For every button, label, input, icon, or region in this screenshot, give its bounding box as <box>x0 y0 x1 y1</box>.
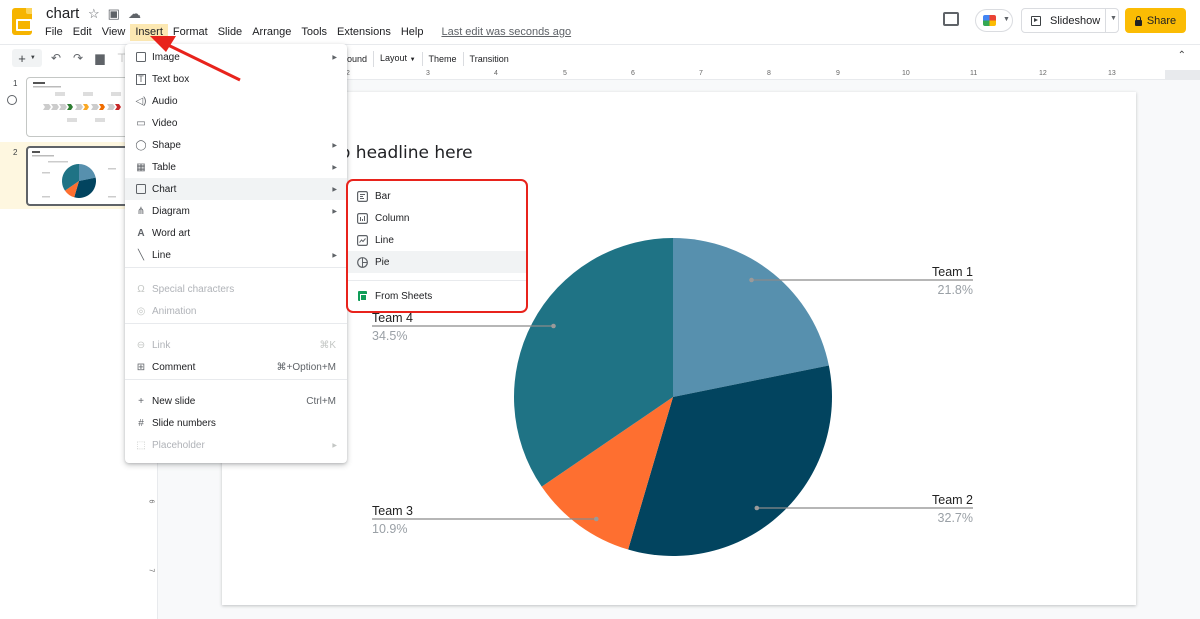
submenu-item-column[interactable]: Column <box>348 207 526 229</box>
chart-submenu: Bar Column Line Pie From Sheets <box>346 179 528 313</box>
menu-item-label: Comment <box>152 361 196 373</box>
slice-label-percent: 21.8% <box>938 283 973 297</box>
menu-item-label: Animation <box>152 305 197 317</box>
image-icon <box>135 51 147 63</box>
menu-item-video[interactable]: ▭ Video <box>125 112 347 134</box>
menu-item-label: Link <box>152 339 171 351</box>
word-art-icon: A <box>137 227 145 239</box>
menu-item-link: ⊖ Link ⌘K <box>125 334 347 356</box>
menu-item-comment[interactable]: ⊞ Comment ⌘+Option+M <box>125 356 347 378</box>
pie-chart-icon <box>357 256 368 268</box>
menu-item-label: Line <box>152 249 171 261</box>
submenu-label: Column <box>375 212 410 224</box>
menu-item-label: Word art <box>152 227 191 239</box>
menu-item-label: Chart <box>152 183 177 195</box>
slice-label-name: Team 1 <box>932 265 973 279</box>
shape-icon: ◯ <box>135 139 147 151</box>
video-icon: ▭ <box>136 117 146 129</box>
menu-item-audio[interactable]: ◁) Audio <box>125 90 347 112</box>
text-box-icon: T <box>136 73 146 85</box>
menu-item-line[interactable]: ╲ Line ▶ <box>125 244 347 266</box>
menu-divider <box>125 267 347 268</box>
menu-item-label: Placeholder <box>152 439 205 451</box>
plus-icon: + <box>138 395 144 407</box>
slice-label-percent: 34.5% <box>372 329 407 343</box>
menu-item-word-art[interactable]: A Word art <box>125 222 347 244</box>
menu-item-shape[interactable]: ◯ Shape ▶ <box>125 134 347 156</box>
animation-icon: ◎ <box>136 305 146 317</box>
menu-item-label: Image <box>152 51 180 63</box>
slice-label-name: Team 3 <box>372 504 413 518</box>
menu-item-label: Audio <box>152 95 178 107</box>
shortcut-label: Ctrl+M <box>306 395 336 407</box>
menu-item-text-box[interactable]: T Text box <box>125 68 347 90</box>
submenu-item-from-sheets[interactable]: From Sheets <box>348 285 526 307</box>
label-leader-dot <box>551 323 556 329</box>
shortcut-label: ⌘+Option+M <box>276 361 336 373</box>
submenu-label: Pie <box>375 256 390 268</box>
menu-item-label: Slide numbers <box>152 417 216 429</box>
submenu-label: Line <box>375 234 394 246</box>
label-leader-dot <box>749 277 754 283</box>
shortcut-label: ⌘K <box>319 339 336 351</box>
submenu-arrow-icon: ▶ <box>332 186 337 193</box>
menu-item-label: Table <box>152 161 176 173</box>
insert-menu: Image ▶ T Text box ◁) Audio ▭ Video ◯ Shape ▶ ▦ Tabl… <box>125 44 347 463</box>
hash-icon: # <box>138 417 144 429</box>
menu-item-diagram[interactable]: ⋔ Diagram ▶ <box>125 200 347 222</box>
bar-chart-icon <box>357 190 368 202</box>
submenu-item-bar[interactable]: Bar <box>348 185 526 207</box>
menu-divider <box>348 280 526 281</box>
comment-add-icon: ⊞ <box>136 361 146 373</box>
menu-divider <box>125 323 347 324</box>
menu-item-label: Special characters <box>152 283 235 295</box>
menu-item-new-slide[interactable]: + New slide Ctrl+M <box>125 390 347 412</box>
menu-item-animation: ◎ Animation <box>125 300 347 322</box>
menu-item-label: Shape <box>152 139 181 151</box>
menu-item-chart[interactable]: Chart ▶ <box>125 178 347 200</box>
submenu-label: From Sheets <box>375 290 433 302</box>
submenu-arrow-icon: ▶ <box>332 164 337 171</box>
submenu-label: Bar <box>375 190 391 202</box>
slice-label-name: Team 4 <box>372 311 413 325</box>
menu-item-label: New slide <box>152 395 196 407</box>
link-icon: ⊖ <box>136 339 146 351</box>
menu-item-image[interactable]: Image ▶ <box>125 46 347 68</box>
submenu-arrow-icon: ▶ <box>332 142 337 149</box>
slice-label-name: Team 2 <box>932 493 973 507</box>
label-leader-dot <box>754 505 760 511</box>
sheets-icon <box>357 291 368 302</box>
menu-item-label: Text box <box>152 73 190 85</box>
menu-item-placeholder: ⬚ Placeholder ▶ <box>125 434 347 456</box>
menu-item-table[interactable]: ▦ Table ▶ <box>125 156 347 178</box>
label-leader-dot <box>593 516 599 522</box>
submenu-arrow-icon: ▶ <box>332 54 337 61</box>
menu-item-slide-numbers[interactable]: # Slide numbers <box>125 412 347 434</box>
menu-item-label: Diagram <box>152 205 190 217</box>
submenu-item-pie[interactable]: Pie <box>348 251 526 273</box>
audio-icon: ◁) <box>135 95 147 107</box>
omega-icon: Ω <box>137 283 145 295</box>
line-icon: ╲ <box>137 249 145 261</box>
submenu-arrow-icon: ▶ <box>332 442 337 449</box>
menu-item-label: Video <box>152 117 178 129</box>
placeholder-icon: ⬚ <box>136 439 146 451</box>
table-icon: ▦ <box>136 161 146 173</box>
slice-label-percent: 32.7% <box>938 511 973 525</box>
submenu-arrow-icon: ▶ <box>332 252 337 259</box>
submenu-item-line[interactable]: Line <box>348 229 526 251</box>
submenu-arrow-icon: ▶ <box>332 208 337 215</box>
line-chart-icon <box>357 234 368 246</box>
chart-icon <box>135 183 147 195</box>
slice-label-percent: 10.9% <box>372 522 407 536</box>
menu-item-special-characters: Ω Special characters <box>125 278 347 300</box>
diagram-icon: ⋔ <box>136 205 146 217</box>
column-chart-icon <box>357 212 368 224</box>
menu-divider <box>125 379 347 380</box>
